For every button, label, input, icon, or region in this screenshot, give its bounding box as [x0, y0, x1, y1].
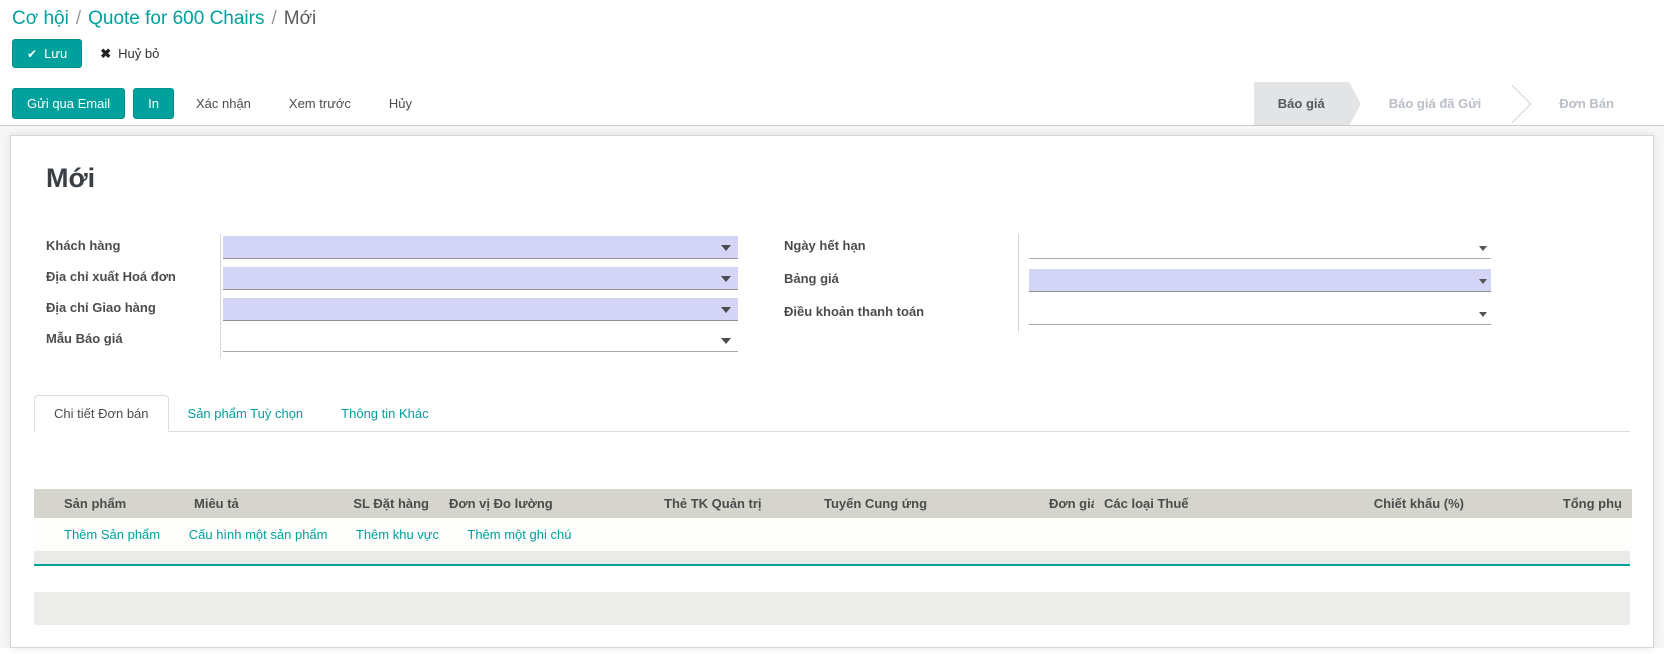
content-area: Mới Khách hàng Địa chỉ xuất Hoá đơn Địa …: [0, 126, 1664, 648]
field-label-invoice-address: Địa chỉ xuất Hoá đơn: [46, 269, 176, 284]
tab-order-lines[interactable]: Chi tiết Đơn bán: [34, 395, 169, 432]
tab-other-info[interactable]: Thông tin Khác: [322, 396, 447, 431]
column-header-uom[interactable]: Đơn vị Đo lường: [439, 489, 654, 518]
discard-button[interactable]: ✖ Huỷ bỏ: [100, 46, 159, 62]
add-section-link[interactable]: Thêm khu vực: [356, 527, 439, 542]
add-product-link[interactable]: Thêm Sản phẩm: [64, 527, 160, 542]
column-header-taxes[interactable]: Các loại Thuế: [1094, 489, 1354, 518]
breadcrumb-link-opportunity[interactable]: Cơ hội: [12, 8, 69, 29]
form-column-left: Khách hàng Địa chỉ xuất Hoá đơn Địa chỉ …: [46, 234, 738, 358]
control-bar: Gửi qua Email In Xác nhận Xem trước Hủy …: [0, 82, 1664, 126]
form-fields: Khách hàng Địa chỉ xuất Hoá đơn Địa chỉ …: [46, 234, 1630, 358]
field-label-delivery-address: Địa chỉ Giao hàng: [46, 300, 156, 315]
print-button[interactable]: In: [133, 88, 174, 119]
statusbar: Báo giá Báo giá đã Gửi Đơn Bán: [1253, 82, 1664, 126]
dropdown-caret-icon: [1479, 279, 1487, 284]
customer-field[interactable]: [223, 236, 738, 259]
x-icon: ✖: [100, 45, 112, 61]
statusbar-step-sales-order[interactable]: Đơn Bán: [1535, 82, 1638, 125]
field-label-pricelist: Bảng giá: [784, 271, 839, 286]
column-header-ordered-qty[interactable]: SL Đặt hàng: [329, 489, 439, 518]
add-note-link[interactable]: Thêm một ghi chú: [467, 527, 571, 542]
breadcrumb-separator: /: [75, 8, 82, 29]
chevron-right-icon: [1505, 82, 1535, 125]
add-line-row: Thêm Sản phẩm Cấu hình một sản phẩm Thêm…: [34, 518, 1632, 551]
breadcrumb: Cơ hội / Quote for 600 Chairs / Mới: [0, 0, 1664, 32]
invoice-address-field[interactable]: [223, 267, 738, 290]
breadcrumb-separator: /: [271, 8, 277, 29]
dropdown-caret-icon: [721, 338, 731, 344]
send-email-button[interactable]: Gửi qua Email: [12, 88, 126, 119]
field-label-customer: Khách hàng: [46, 238, 121, 253]
preview-button[interactable]: Xem trước: [275, 89, 365, 118]
field-label-expiration-date: Ngày hết hạn: [784, 238, 866, 253]
column-header-route[interactable]: Tuyến Cung ứng: [814, 489, 1039, 518]
notes-placeholder-strip[interactable]: [34, 592, 1630, 625]
dropdown-caret-icon: [1479, 246, 1487, 251]
edit-controls: ✔ Lưu ✖ Huỷ bỏ: [0, 32, 1664, 82]
column-header-discount[interactable]: Chiết khấu (%): [1354, 489, 1474, 518]
page-title: Mới: [46, 163, 96, 193]
cancel-button[interactable]: Hủy: [375, 89, 426, 118]
save-button-label: Lưu: [44, 46, 68, 61]
field-label-quotation-template: Mẫu Báo giá: [46, 331, 123, 346]
list-header-row: Sản phẩm Miêu tả SL Đặt hàng Đơn vị Đo l…: [34, 489, 1632, 518]
delivery-address-field[interactable]: [223, 298, 738, 321]
payment-terms-field[interactable]: [1029, 302, 1491, 325]
save-button[interactable]: ✔ Lưu: [12, 39, 83, 68]
dropdown-caret-icon: [721, 245, 731, 251]
dropdown-caret-icon: [1479, 312, 1487, 317]
column-header-product[interactable]: Sản phẩm: [34, 489, 184, 518]
dropdown-caret-icon: [721, 276, 731, 282]
notebook-tabs: Chi tiết Đơn bán Sản phẩm Tuỳ chọn Thông…: [34, 395, 1630, 432]
column-header-unit-price[interactable]: Đơn giá: [1039, 489, 1094, 518]
column-header-analytic-tags[interactable]: Thẻ TK Quản trị: [654, 489, 814, 518]
tab-optional-products[interactable]: Sản phẩm Tuỳ chọn: [169, 396, 323, 431]
list-footer-strip: [34, 551, 1630, 564]
statusbar-step-quotation[interactable]: Báo giá: [1253, 82, 1361, 126]
column-header-description[interactable]: Miêu tả: [184, 489, 329, 518]
breadcrumb-current: Mới: [283, 8, 317, 29]
check-icon: ✔: [27, 46, 38, 61]
field-label-payment-terms: Điều khoản thanh toán: [784, 304, 925, 319]
discard-button-label: Huỷ bỏ: [118, 46, 160, 61]
column-header-subtotal[interactable]: Tổng phụ: [1474, 489, 1632, 518]
quotation-template-field[interactable]: [223, 329, 738, 352]
statusbar-step-quotation-sent[interactable]: Báo giá đã Gửi: [1365, 82, 1506, 125]
confirm-button[interactable]: Xác nhận: [182, 89, 265, 118]
form-sheet: Mới Khách hàng Địa chỉ xuất Hoá đơn Địa …: [10, 135, 1654, 648]
dropdown-caret-icon: [721, 307, 731, 313]
breadcrumb-link-quote[interactable]: Quote for 600 Chairs: [88, 8, 264, 29]
form-column-right: Ngày hết hạn Bảng giá Điều khoản thanh t…: [784, 234, 1630, 358]
configure-product-link[interactable]: Cấu hình một sản phẩm: [189, 527, 328, 542]
pricelist-field[interactable]: [1029, 269, 1491, 292]
order-lines-list: Sản phẩm Miêu tả SL Đặt hàng Đơn vị Đo l…: [34, 489, 1632, 625]
expiration-date-field[interactable]: [1029, 236, 1491, 259]
